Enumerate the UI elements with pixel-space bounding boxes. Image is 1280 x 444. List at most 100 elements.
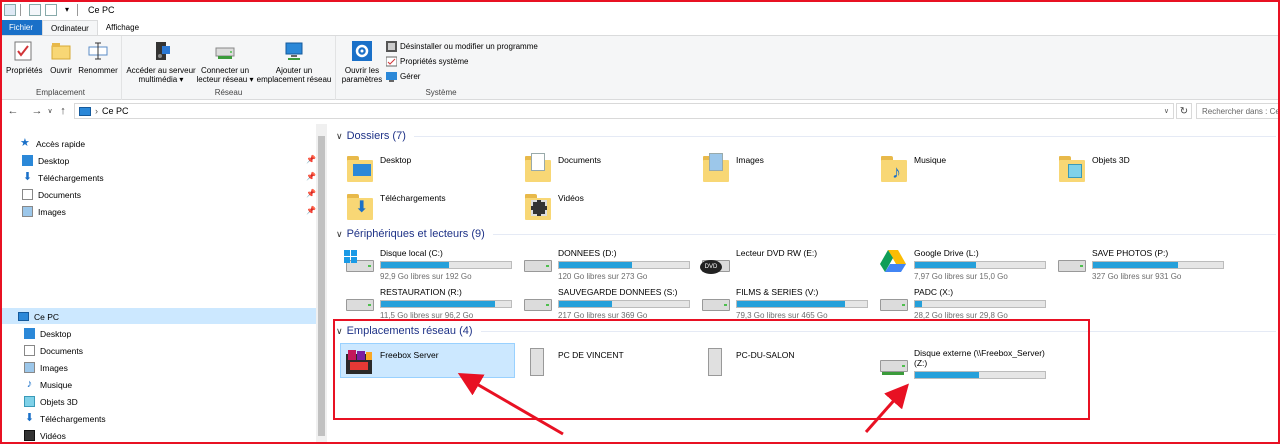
downloads-folder-icon: ⬇ xyxy=(344,188,374,220)
pin-icon[interactable]: 📌 xyxy=(306,189,316,198)
dvd-drive-icon: DVD xyxy=(700,246,730,278)
pin-icon[interactable]: 📌 xyxy=(306,172,316,181)
nav-pc-downloads[interactable]: ⬇ Téléchargements xyxy=(24,411,106,426)
map-drive-button[interactable]: Connecter un lecteur réseau ▾ xyxy=(196,40,254,84)
nav-quick-desktop[interactable]: Desktop xyxy=(22,153,69,168)
map-drive-icon xyxy=(214,40,236,62)
nav-pc-videos[interactable]: Vidéos xyxy=(24,428,66,443)
system-properties-label: Propriétés système xyxy=(400,57,469,66)
forward-arrow-icon[interactable]: → xyxy=(30,105,44,117)
hard-drive-icon xyxy=(1056,246,1086,278)
drive-name: RESTAURATION (R:) xyxy=(380,287,462,297)
address-dropdown-icon[interactable]: ∨ xyxy=(1164,107,1169,115)
drive-free-space: 120 Go libres sur 273 Go xyxy=(558,272,648,281)
properties-button[interactable]: Propriétés xyxy=(6,40,43,75)
nav-pc-3d-objects[interactable]: Objets 3D xyxy=(24,394,78,409)
open-settings-button[interactable]: Ouvrir les paramètres xyxy=(340,40,384,84)
chevron-down-icon[interactable]: ∨ xyxy=(336,229,343,240)
folder-documents[interactable]: Documents xyxy=(522,150,601,182)
nav-scrollbar-thumb[interactable] xyxy=(318,136,325,436)
nav-pc-desktop[interactable]: Desktop xyxy=(24,326,71,341)
drive-d[interactable]: DONNEES (D:) 120 Go libres sur 273 Go xyxy=(522,246,690,281)
drive-free-space: 11,5 Go libres sur 96,2 Go xyxy=(380,311,474,320)
search-input[interactable]: Rechercher dans : Ce PC xyxy=(1196,103,1280,119)
properties-label: Propriétés xyxy=(6,66,43,75)
item-label: Vidéos xyxy=(558,193,584,203)
drive-free-space: 92,9 Go libres sur 192 Go xyxy=(380,272,472,281)
pin-icon[interactable]: 📌 xyxy=(306,206,316,215)
new-folder-quick-icon[interactable] xyxy=(45,4,57,16)
folder-3d-objects[interactable]: Objets 3D xyxy=(1056,150,1130,182)
network-drive-z[interactable]: Disque externe (\\Freebox_Server) (Z:) xyxy=(878,346,1054,379)
drive-usage-bar xyxy=(914,300,1046,308)
chevron-down-icon[interactable]: ∨ xyxy=(336,326,343,337)
open-button[interactable]: Ouvrir xyxy=(46,40,76,75)
nav-quick-access[interactable]: ★ Accès rapide xyxy=(20,136,85,151)
download-icon: ⬇ xyxy=(24,412,35,424)
drive-e-dvd[interactable]: DVD Lecteur DVD RW (E:) xyxy=(700,246,817,278)
nav-quick-downloads[interactable]: ⬇ Téléchargements xyxy=(22,170,104,185)
item-label: PC-DU-SALON xyxy=(736,350,795,360)
uninstall-icon xyxy=(386,41,397,52)
nav-pc-documents[interactable]: Documents xyxy=(24,343,83,358)
nav-label: Desktop xyxy=(40,328,72,339)
breadcrumb[interactable]: Ce PC xyxy=(102,106,129,116)
nav-quick-access-label: Accès rapide xyxy=(36,138,86,149)
drive-r[interactable]: RESTAURATION (R:) 11,5 Go libres sur 96,… xyxy=(344,285,512,320)
nav-this-pc[interactable]: Ce PC xyxy=(18,309,59,324)
drive-usage-fill xyxy=(559,262,632,268)
section-folders[interactable]: ∨ Dossiers (7) xyxy=(336,130,1276,142)
folder-videos[interactable]: Vidéos xyxy=(522,188,584,220)
nav-quick-images[interactable]: Images xyxy=(22,204,66,219)
properties-quick-icon[interactable] xyxy=(29,4,41,16)
pin-icon[interactable]: 📌 xyxy=(306,155,316,164)
nav-label: Images xyxy=(38,206,66,217)
manage-button[interactable]: Gérer xyxy=(386,71,420,82)
up-arrow-icon[interactable]: ↑ xyxy=(56,105,70,117)
tab-view[interactable]: Affichage xyxy=(98,20,147,35)
divider xyxy=(77,4,78,16)
chevron-down-icon[interactable]: ∨ xyxy=(336,131,343,142)
drive-usage-bar xyxy=(736,300,868,308)
drive-p[interactable]: SAVE PHOTOS (P:) 327 Go libres sur 931 G… xyxy=(1056,246,1224,281)
refresh-icon[interactable]: ↻ xyxy=(1176,103,1192,119)
folder-desktop[interactable]: Desktop xyxy=(344,150,411,182)
customize-quick-icon[interactable]: ▾ xyxy=(61,4,73,16)
nav-pc-music[interactable]: ♪ Musique xyxy=(24,377,72,392)
folder-music[interactable]: ♪ Musique xyxy=(878,150,946,182)
folder-downloads[interactable]: ⬇ Téléchargements xyxy=(344,188,446,220)
folder-images[interactable]: Images xyxy=(700,150,764,182)
rename-icon xyxy=(87,40,109,62)
drive-l-google[interactable]: Google Drive (L:) 7,97 Go libres sur 15,… xyxy=(878,246,1046,281)
network-freebox-server[interactable]: Freebox Server xyxy=(344,346,439,378)
section-divider xyxy=(413,135,1276,137)
open-folder-icon xyxy=(50,40,72,62)
drive-v[interactable]: FILMS & SERIES (V:) 79,3 Go libres sur 4… xyxy=(700,285,868,320)
open-settings-label-1: Ouvrir les xyxy=(344,66,380,75)
nav-label: Vidéos xyxy=(40,430,66,441)
item-label: Freebox Server xyxy=(380,350,439,360)
media-server-button[interactable]: Accéder au serveur multimédia ▾ xyxy=(124,40,198,84)
network-pc-de-vincent[interactable]: PC DE VINCENT xyxy=(522,346,624,378)
uninstall-button[interactable]: Désinstaller ou modifier un programme xyxy=(386,41,538,52)
network-pc-du-salon[interactable]: PC-DU-SALON xyxy=(700,346,795,378)
section-network[interactable]: ∨ Emplacements réseau (4) xyxy=(336,325,1276,337)
drive-s[interactable]: SAUVEGARDE DONNEES (S:) 217 Go libres su… xyxy=(522,285,690,320)
group-label-emplacement: Emplacement xyxy=(36,88,85,97)
add-network-location-button[interactable]: Ajouter un emplacement réseau xyxy=(254,40,334,84)
manage-label: Gérer xyxy=(400,72,421,81)
system-properties-button[interactable]: Propriétés système xyxy=(385,56,469,67)
address-input[interactable]: › Ce PC ∨ xyxy=(74,103,1174,119)
tab-file[interactable]: Fichier xyxy=(0,20,43,35)
chevron-down-icon[interactable]: ∨ xyxy=(46,107,54,115)
drive-c[interactable]: Disque local (C:) 92,9 Go libres sur 192… xyxy=(344,246,512,281)
film-icon xyxy=(24,430,35,441)
drive-x[interactable]: PADC (X:) 28,2 Go libres sur 29,8 Go xyxy=(878,285,1046,320)
nav-pc-images[interactable]: Images xyxy=(24,360,68,375)
rename-button[interactable]: Renommer xyxy=(78,40,118,75)
nav-quick-documents[interactable]: Documents xyxy=(22,187,81,202)
tab-computer[interactable]: Ordinateur xyxy=(42,20,98,35)
section-drives[interactable]: ∨ Périphériques et lecteurs (9) xyxy=(336,228,1276,240)
back-arrow-icon[interactable]: ← xyxy=(6,105,20,117)
drive-usage-fill xyxy=(915,301,922,307)
